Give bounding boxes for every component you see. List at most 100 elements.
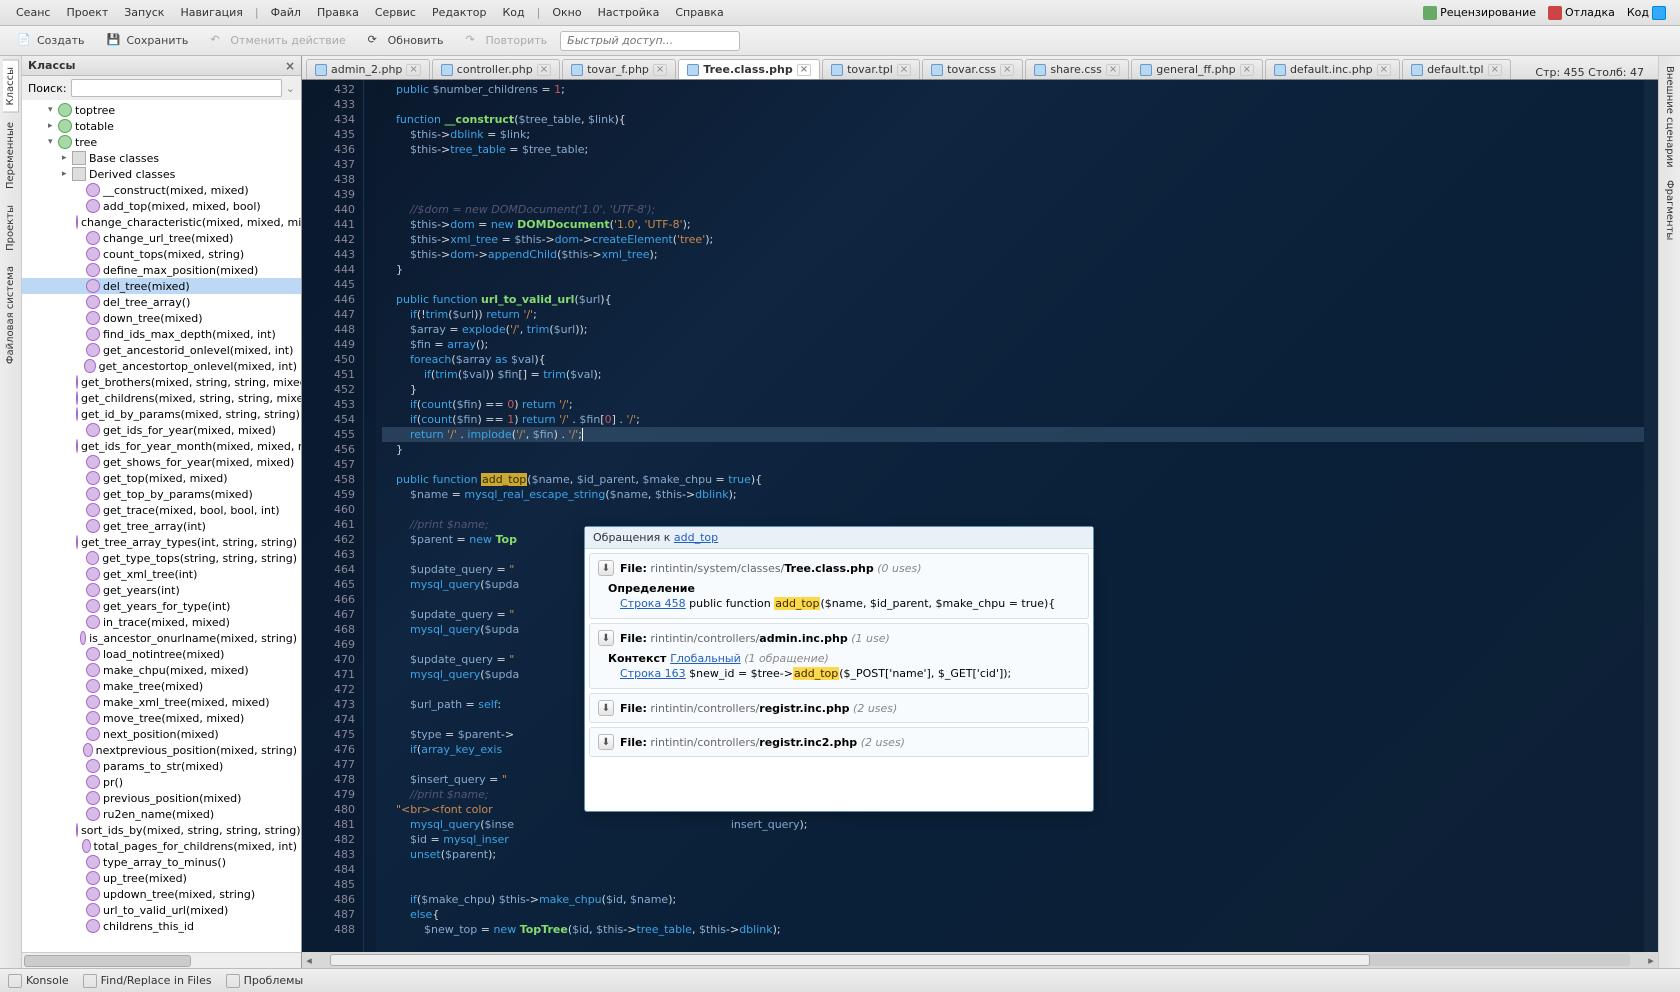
tree-node[interactable]: down_tree(mixed) xyxy=(22,310,301,326)
status-konsole[interactable]: Konsole xyxy=(8,974,69,988)
rail-variables[interactable]: Переменные xyxy=(2,115,19,196)
tree-node[interactable]: get_ancestortop_onlevel(mixed, int) xyxy=(22,358,301,374)
menu-editor[interactable]: Редактор xyxy=(424,2,495,23)
tree-node[interactable]: in_trace(mixed, mixed) xyxy=(22,614,301,630)
editor-tab[interactable]: default.inc.php× xyxy=(1265,59,1400,79)
tree-node[interactable]: type_array_to_minus() xyxy=(22,854,301,870)
expand-icon[interactable]: ⬇ xyxy=(598,734,614,750)
menu-settings[interactable]: Настройка xyxy=(590,2,668,23)
tree-node[interactable]: get_id_by_params(mixed, string, string) xyxy=(22,406,301,422)
panel-close-icon[interactable]: × xyxy=(285,59,295,73)
search-clear-icon[interactable]: ⌄ xyxy=(286,82,295,95)
tree-node[interactable]: ▾tree xyxy=(22,134,301,150)
tree-node[interactable]: find_ids_max_depth(mixed, int) xyxy=(22,326,301,342)
tree-node[interactable]: updown_tree(mixed, string) xyxy=(22,886,301,902)
fold-gutter[interactable] xyxy=(364,80,376,952)
editor-tab[interactable]: default.tpl× xyxy=(1402,59,1511,79)
menu-codemode[interactable]: Код xyxy=(1621,2,1672,24)
editor-vscrollbar[interactable] xyxy=(1644,80,1658,952)
class-search-input[interactable] xyxy=(71,79,282,97)
panel-hscrollbar[interactable] xyxy=(22,952,301,968)
tree-node[interactable]: url_to_valid_url(mixed) xyxy=(22,902,301,918)
redo-button[interactable]: ↷Повторить xyxy=(457,29,557,53)
rail-classes[interactable]: Классы xyxy=(3,60,19,113)
editor-tab[interactable]: tovar.tpl× xyxy=(822,59,920,79)
tree-node[interactable]: make_xml_tree(mixed, mixed) xyxy=(22,694,301,710)
tree-node[interactable]: get_tree_array(int) xyxy=(22,518,301,534)
tree-node[interactable]: get_ids_for_year(mixed, mixed) xyxy=(22,422,301,438)
editor-tab[interactable]: general_ff.php× xyxy=(1131,59,1263,79)
tree-node[interactable]: get_years(int) xyxy=(22,582,301,598)
tree-node[interactable]: make_chpu(mixed, mixed) xyxy=(22,662,301,678)
usage-file-item[interactable]: ⬇File: rintintin/controllers/registr.inc… xyxy=(589,693,1089,723)
menu-project[interactable]: Проект xyxy=(58,2,116,23)
tree-node[interactable]: change_url_tree(mixed) xyxy=(22,230,301,246)
tab-close-icon[interactable]: × xyxy=(1488,64,1502,76)
save-button[interactable]: 💾Сохранить xyxy=(98,29,198,53)
editor-tab[interactable]: Tree.class.php× xyxy=(678,59,820,79)
menu-run[interactable]: Запуск xyxy=(116,2,172,23)
editor-tab[interactable]: tovar.css× xyxy=(922,59,1023,79)
tree-node[interactable]: get_ids_for_year_month(mixed, mixed, mix… xyxy=(22,438,301,454)
tab-close-icon[interactable]: × xyxy=(897,64,911,76)
menu-review[interactable]: Рецензирование xyxy=(1417,2,1542,24)
tree-node[interactable]: del_tree(mixed) xyxy=(22,278,301,294)
editor-tab[interactable]: controller.php× xyxy=(432,59,560,79)
expand-icon[interactable]: ⬇ xyxy=(598,630,614,646)
tree-node[interactable]: ru2en_name(mixed) xyxy=(22,806,301,822)
tab-close-icon[interactable]: × xyxy=(537,64,551,76)
editor-tab[interactable]: tovar_f.php× xyxy=(562,59,676,79)
quick-access-input[interactable] xyxy=(560,31,740,51)
menu-service[interactable]: Сервис xyxy=(367,2,424,23)
tree-node[interactable]: get_brothers(mixed, string, string, mixe… xyxy=(22,374,301,390)
rail-snippets[interactable]: Фрагменты xyxy=(1662,174,1677,246)
tree-node[interactable]: pr() xyxy=(22,774,301,790)
tree-node[interactable]: next_position(mixed) xyxy=(22,726,301,742)
status-find[interactable]: Find/Replace in Files xyxy=(83,974,212,988)
create-button[interactable]: 📄Создать xyxy=(8,29,94,53)
tree-node[interactable]: __construct(mixed, mixed) xyxy=(22,182,301,198)
undo-button[interactable]: ↶Отменить действие xyxy=(201,29,354,53)
tree-node[interactable]: is_ancestor_onurlname(mixed, string) xyxy=(22,630,301,646)
tree-node[interactable]: childrens_this_id xyxy=(22,918,301,934)
menu-file[interactable]: Файл xyxy=(263,2,309,23)
tree-node[interactable]: get_tree_array_types(int, string, string… xyxy=(22,534,301,550)
rail-external-scripts[interactable]: Внешние сценарии xyxy=(1662,60,1677,174)
tree-node[interactable]: get_type_tops(string, string, string) xyxy=(22,550,301,566)
usage-line-link[interactable]: Строка 458 xyxy=(620,597,686,610)
menu-help[interactable]: Справка xyxy=(667,2,731,23)
tree-node[interactable]: get_ancestorid_onlevel(mixed, int) xyxy=(22,342,301,358)
tree-node[interactable]: add_top(mixed, mixed, bool) xyxy=(22,198,301,214)
tree-node[interactable]: get_xml_tree(int) xyxy=(22,566,301,582)
code-editor[interactable]: public $number_childrens = 1; function _… xyxy=(376,80,1644,952)
tree-node[interactable]: ▸Derived classes xyxy=(22,166,301,182)
expand-icon[interactable]: ⬇ xyxy=(598,700,614,716)
tree-node[interactable]: del_tree_array() xyxy=(22,294,301,310)
menu-edit[interactable]: Правка xyxy=(309,2,367,23)
rail-projects[interactable]: Проекты xyxy=(2,198,19,258)
tab-close-icon[interactable]: × xyxy=(1000,64,1014,76)
tree-node[interactable]: get_shows_for_year(mixed, mixed) xyxy=(22,454,301,470)
usage-line-link[interactable]: Строка 163 xyxy=(620,667,686,680)
context-link[interactable]: Глобальный xyxy=(670,652,741,665)
usage-file-item[interactable]: ⬇File: rintintin/system/classes/Tree.cla… xyxy=(589,553,1089,619)
tree-node[interactable]: move_tree(mixed, mixed) xyxy=(22,710,301,726)
menu-debug[interactable]: Отладка xyxy=(1542,2,1621,24)
editor-tab[interactable]: share.css× xyxy=(1025,59,1129,79)
expand-icon[interactable]: ⬇ xyxy=(598,560,614,576)
menu-window[interactable]: Окно xyxy=(544,2,589,23)
class-tree[interactable]: ▾toptree▸totable▾tree▸Base classes▸Deriv… xyxy=(22,100,301,952)
usage-file-item[interactable]: ⬇File: rintintin/controllers/registr.inc… xyxy=(589,727,1089,757)
tree-node[interactable]: ▸totable xyxy=(22,118,301,134)
tree-node[interactable]: define_max_position(mixed) xyxy=(22,262,301,278)
rail-filesystem[interactable]: Файловая система xyxy=(2,259,19,371)
tab-close-icon[interactable]: × xyxy=(1377,64,1391,76)
tree-node[interactable]: get_top(mixed, mixed) xyxy=(22,470,301,486)
tree-node[interactable]: up_tree(mixed) xyxy=(22,870,301,886)
status-problems[interactable]: Проблемы xyxy=(226,974,304,988)
tree-node[interactable]: make_tree(mixed) xyxy=(22,678,301,694)
tree-node[interactable]: change_characteristic(mixed, mixed, mixe… xyxy=(22,214,301,230)
tree-node[interactable]: ▸Base classes xyxy=(22,150,301,166)
tab-close-icon[interactable]: × xyxy=(797,64,811,76)
menu-session[interactable]: Сеанс xyxy=(8,2,58,23)
